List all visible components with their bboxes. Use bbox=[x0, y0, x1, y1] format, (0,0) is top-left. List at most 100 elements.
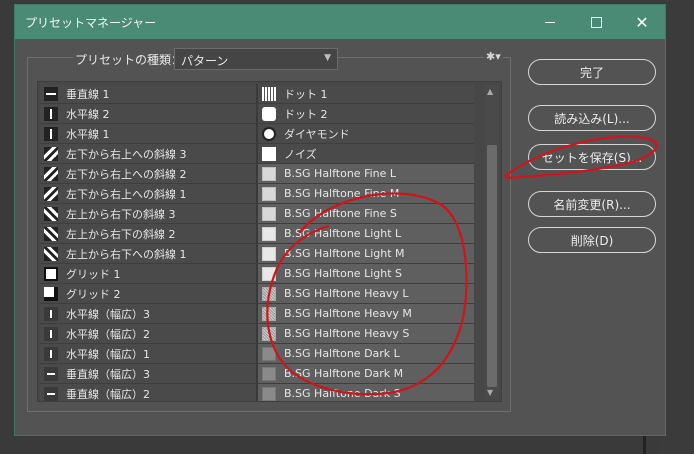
minimize-button[interactable] bbox=[527, 5, 573, 39]
list-item[interactable]: グリッド 2 bbox=[40, 284, 256, 304]
list-item[interactable]: 水平線 1 bbox=[40, 124, 256, 144]
list-item-label: 水平線 1 bbox=[66, 127, 110, 141]
fine-pattern-icon bbox=[262, 186, 276, 201]
list-item[interactable]: B.SG Halftone Light S bbox=[258, 264, 474, 284]
light-pattern-icon bbox=[262, 266, 276, 281]
save-set-button[interactable]: セットを保存(S)... bbox=[528, 144, 656, 170]
list-item[interactable]: ダイヤモンド bbox=[258, 124, 474, 144]
list-item[interactable]: 垂直線（幅広）2 bbox=[40, 384, 256, 401]
list-item-label: 左上から右下への斜線 1 bbox=[66, 247, 187, 261]
minimize-icon bbox=[545, 21, 555, 23]
list-item[interactable]: グリッド 1 bbox=[40, 264, 256, 284]
scroll-up-icon[interactable]: ▲ bbox=[487, 87, 493, 96]
list-item-label: 水平線（幅広）2 bbox=[66, 327, 150, 341]
scroll-down-icon[interactable]: ▼ bbox=[487, 388, 493, 397]
scrollbar-thumb[interactable] bbox=[487, 145, 497, 387]
hline-pattern-icon bbox=[44, 86, 58, 101]
list-item[interactable]: 垂直線（幅広）3 bbox=[40, 364, 256, 384]
window-title: プリセットマネージャー bbox=[25, 16, 157, 30]
vline-pattern-icon bbox=[44, 126, 58, 141]
list-item[interactable]: B.SG Halftone Fine L bbox=[258, 164, 474, 184]
list-item-label: B.SG Halftone Fine L bbox=[284, 167, 397, 180]
diag-up-pattern-icon bbox=[44, 166, 58, 181]
list-item-label: B.SG Halftone Light M bbox=[284, 247, 405, 260]
list-item-label: 左下から右上への斜線 2 bbox=[66, 167, 187, 181]
list-item[interactable]: 左下から右上への斜線 3 bbox=[40, 144, 256, 164]
delete-button[interactable]: 削除(D) bbox=[528, 227, 656, 253]
light-pattern-icon bbox=[262, 226, 276, 241]
list-item[interactable]: 水平線（幅広）1 bbox=[40, 344, 256, 364]
title-bar[interactable]: プリセットマネージャー ✕ bbox=[15, 5, 665, 39]
close-button[interactable]: ✕ bbox=[619, 5, 665, 39]
list-item[interactable]: 水平線 2 bbox=[40, 104, 256, 124]
list-item-label: B.SG Halftone Heavy M bbox=[284, 307, 412, 320]
list-item[interactable]: 垂直線 1 bbox=[40, 84, 256, 104]
close-icon: ✕ bbox=[635, 12, 649, 32]
preset-type-label: プリセットの種類： bbox=[73, 51, 186, 68]
list-item[interactable]: B.SG Halftone Fine M bbox=[258, 184, 474, 204]
list-item-label: B.SG Halftone Light L bbox=[284, 227, 402, 240]
light-pattern-icon bbox=[262, 246, 276, 261]
list-item-label: 左下から右上への斜線 3 bbox=[66, 147, 187, 161]
diag-dn-pattern-icon bbox=[44, 246, 58, 261]
list-item[interactable]: 左上から右下の斜線 2 bbox=[40, 224, 256, 244]
diamond-pattern-icon bbox=[262, 126, 276, 141]
rename-button[interactable]: 名前変更(R)... bbox=[528, 191, 656, 217]
list-item[interactable]: B.SG Halftone Heavy L bbox=[258, 284, 474, 304]
list-item-label: B.SG Halftone Dark M bbox=[284, 367, 404, 380]
list-item[interactable]: B.SG Halftone Heavy S bbox=[258, 324, 474, 344]
list-item-label: ドット 2 bbox=[284, 107, 328, 121]
list-item[interactable]: B.SG Halftone Dark M bbox=[258, 364, 474, 384]
dark-pattern-icon bbox=[262, 346, 276, 361]
list-item[interactable]: 水平線（幅広）3 bbox=[40, 304, 256, 324]
list-item-label: B.SG Halftone Fine M bbox=[284, 187, 400, 200]
list-item-label: B.SG Halftone Heavy L bbox=[284, 287, 409, 300]
chevron-down-icon: ▼ bbox=[324, 53, 331, 63]
list-item[interactable]: ノイズ bbox=[258, 144, 474, 164]
list-item[interactable]: 左上から右下の斜線 3 bbox=[40, 204, 256, 224]
fine-pattern-icon bbox=[262, 166, 276, 181]
dark-pattern-icon bbox=[262, 386, 276, 401]
list-item-label: 水平線（幅広）3 bbox=[66, 307, 150, 321]
load-button[interactable]: 読み込み(L)... bbox=[528, 105, 656, 131]
list-item-label: 左下から右上への斜線 1 bbox=[66, 187, 187, 201]
list-item[interactable]: B.SG Halftone Light M bbox=[258, 244, 474, 264]
heavy-pattern-icon bbox=[262, 286, 276, 301]
list-item[interactable]: 左下から右上への斜線 1 bbox=[40, 184, 256, 204]
list-item[interactable]: ドット 2 bbox=[258, 104, 474, 124]
dark-pattern-icon bbox=[262, 366, 276, 381]
list-item-label: グリッド 1 bbox=[66, 267, 121, 281]
vsmall-pattern-icon bbox=[44, 306, 58, 321]
preset-manager-dialog: プリセットマネージャー ✕ プリセットの種類： パターン ▼ ✱▾ 垂直線 1 水… bbox=[14, 4, 666, 436]
done-button[interactable]: 完了 bbox=[528, 59, 656, 85]
heavy-pattern-icon bbox=[262, 306, 276, 321]
vertical-scrollbar[interactable]: ▲ ▼ bbox=[485, 85, 499, 399]
vsmall-pattern-icon bbox=[44, 346, 58, 361]
list-item[interactable]: B.SG Halftone Fine S bbox=[258, 204, 474, 224]
preset-list[interactable]: 垂直線 1 水平線 2 水平線 1 左下から右上への斜線 3 左下から右上への斜線 2 左… bbox=[37, 81, 502, 402]
list-item-label: ダイヤモンド bbox=[284, 127, 350, 141]
list-item[interactable]: 水平線（幅広）2 bbox=[40, 324, 256, 344]
gear-icon[interactable]: ✱▾ bbox=[484, 50, 503, 63]
list-item[interactable]: 左上から右下への斜線 1 bbox=[40, 244, 256, 264]
dot1-pattern-icon bbox=[262, 86, 276, 101]
preset-type-select[interactable]: パターン ▼ bbox=[174, 48, 338, 70]
heavy-pattern-icon bbox=[262, 326, 276, 341]
list-item-label: 垂直線 1 bbox=[66, 87, 110, 101]
vline-pattern-icon bbox=[44, 106, 58, 121]
list-item-label: B.SG Halftone Dark S bbox=[284, 387, 401, 400]
list-item[interactable]: ドット 1 bbox=[258, 84, 474, 104]
list-item[interactable]: B.SG Halftone Dark L bbox=[258, 344, 474, 364]
hsmall-pattern-icon bbox=[44, 366, 58, 381]
list-item[interactable]: B.SG Halftone Dark S bbox=[258, 384, 474, 401]
list-item-label: 水平線（幅広）1 bbox=[66, 347, 150, 361]
list-item-label: 左上から右下の斜線 2 bbox=[66, 227, 176, 241]
hsmall-pattern-icon bbox=[44, 386, 58, 401]
list-item-label: 垂直線（幅広）3 bbox=[66, 367, 150, 381]
list-item-label: ドット 1 bbox=[284, 87, 328, 101]
list-item-label: B.SG Halftone Heavy S bbox=[284, 327, 410, 340]
list-item[interactable]: 左下から右上への斜線 2 bbox=[40, 164, 256, 184]
maximize-button[interactable] bbox=[573, 5, 619, 39]
list-item[interactable]: B.SG Halftone Light L bbox=[258, 224, 474, 244]
list-item[interactable]: B.SG Halftone Heavy M bbox=[258, 304, 474, 324]
